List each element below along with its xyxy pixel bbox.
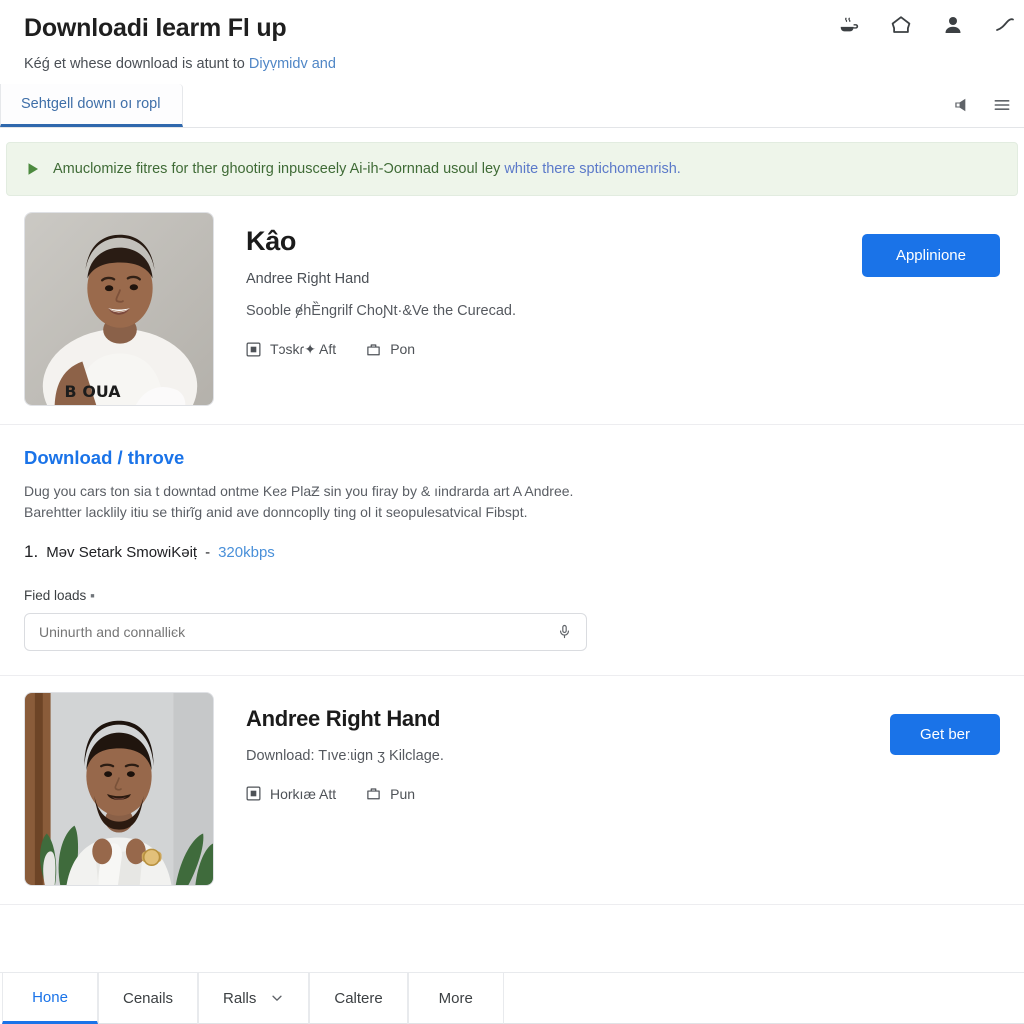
- chevron-down-icon[interactable]: [270, 991, 284, 1005]
- info-banner-text-post: menrish.: [625, 160, 681, 177]
- bottom-tab-caltere[interactable]: Caltere: [309, 973, 408, 1024]
- microphone-icon[interactable]: [557, 624, 572, 639]
- secondary-tab-bar: Sehtgell downı oı ropl: [0, 83, 1024, 128]
- list-item-bitrate[interactable]: 320kbps: [218, 544, 275, 561]
- card-body: Andree Right Hand Download: Tıveːɩign ʒ …: [246, 692, 858, 802]
- header-icon-group: [836, 12, 1018, 38]
- list-item-dash: -: [205, 543, 211, 561]
- bottom-tab-ralls[interactable]: Ralls: [198, 973, 310, 1024]
- list-number: 1.: [24, 541, 39, 561]
- apply-button[interactable]: Applinione: [861, 233, 1000, 277]
- card-body: Kâo Andree Right Hand Sooble ɇhȄngrilf C…: [246, 212, 830, 358]
- info-banner-link[interactable]: white there spticho: [504, 161, 625, 177]
- meta-item-label: Pun: [390, 785, 416, 802]
- download-section: Download / throve Duɡ you cars ton sia t…: [0, 425, 1024, 676]
- page-subtitle-link[interactable]: Diyṿmidv and: [249, 56, 336, 72]
- card-meta-row: Horkıæ Att Pun: [246, 786, 858, 802]
- media-square-icon: [246, 786, 261, 801]
- coffee-cup-icon[interactable]: [836, 12, 862, 38]
- briefcase-icon: [366, 342, 381, 357]
- page-subtitle-text: Kéǵ et whese download is atunt to: [24, 55, 249, 72]
- app-page: Downloadi learm Fl up Kéǵ et whese down…: [0, 0, 1024, 1024]
- search-field[interactable]: [24, 612, 587, 651]
- page-header: Downloadi learm Fl up Kéǵ et whese down…: [0, 0, 1024, 84]
- download-list-item: 1. Məv Setark SmowiKəiṭ - 320kbps: [24, 542, 1000, 562]
- card-layout: OUA B Kâo Andree Right Hand Sooble ɇhȄng…: [24, 211, 1000, 406]
- hamburger-menu-icon[interactable]: [992, 95, 1012, 115]
- card-description: Sooble ɇhȄngrilf ChoƝt·&Ve the Curecad.: [246, 302, 517, 319]
- tab-bar-icon-group: [952, 84, 1012, 127]
- download-section-title: Download / throve: [24, 446, 185, 468]
- info-banner-text: Amuclomize fitres for ther ghootirg inpu…: [53, 161, 681, 177]
- bottom-tab-label: Hone: [32, 988, 68, 1006]
- tab-selected-downloads[interactable]: Sehtgell downı oı ropl: [0, 83, 184, 127]
- account-icon[interactable]: [940, 12, 966, 38]
- bottom-tab-label: Cenails: [123, 989, 174, 1007]
- meta-item: Tɔskɾ✦ Aft: [246, 341, 336, 358]
- bottom-tab-bar: Hone Cenails Ralls Caltere More: [0, 972, 1024, 1024]
- thumbnail-portrait-smiling-man[interactable]: OUA B: [24, 211, 214, 406]
- briefcase-icon: [366, 786, 381, 801]
- card-subtitle: Andree Right Hand: [246, 270, 370, 287]
- download-paragraph-line-1: Duɡ you cars ton sia t downtad ontme Keƨ…: [24, 482, 574, 499]
- bottom-tab-label: Caltere: [334, 989, 383, 1007]
- media-square-icon: [246, 342, 261, 357]
- home-icon[interactable]: [888, 12, 914, 38]
- meta-item: Pun: [366, 786, 415, 802]
- play-triangle-icon: [25, 161, 41, 177]
- card-action: Get ber: [889, 692, 1000, 755]
- meta-item-label: Tɔskɾ✦ Aft: [270, 340, 337, 357]
- meta-item-label: Horkıæ Att: [270, 785, 337, 802]
- meta-item-label: Pon: [390, 341, 416, 358]
- edit-pen-icon[interactable]: [992, 12, 1018, 38]
- download-paragraph-line-2: Barehtter lacklily itiu se thirĩg anid a…: [24, 504, 528, 521]
- card-title: Andree Right Hand: [246, 705, 441, 731]
- info-banner-text-pre: Amuclomize fitres for ther ghootirg inpu…: [53, 160, 505, 177]
- field-label: Fied loads ▪: [24, 588, 1000, 603]
- card-description: Download: Tıveːɩign ʒ Kilclage.: [246, 747, 444, 764]
- bottom-tab-label: Ralls: [223, 989, 257, 1007]
- bottom-tab-more[interactable]: More: [407, 973, 504, 1024]
- field-label-text: Fied loads: [24, 587, 87, 603]
- download-paragraph: Duɡ you cars ton sia t downtad ontme Keƨ…: [24, 481, 664, 524]
- result-card-bottom: Andree Right Hand Download: Tıveːɩign ʒ …: [0, 676, 1024, 905]
- search-input[interactable]: [39, 623, 557, 640]
- meta-item: Horkıæ Att: [246, 786, 336, 802]
- svg-text:OUA: OUA: [82, 382, 121, 401]
- result-card-top: OUA B Kâo Andree Right Hand Sooble ɇhȄng…: [0, 196, 1024, 425]
- meta-item: Pon: [366, 341, 415, 357]
- page-subtitle: Kéǵ et whese download is atunt to Diyṿm…: [24, 55, 1000, 74]
- card-layout: Andree Right Hand Download: Tıveːɩign ʒ …: [24, 691, 1000, 886]
- thumbnail-portrait-bearded-man[interactable]: [24, 691, 214, 886]
- svg-text:B: B: [65, 382, 77, 401]
- bottom-tab-home[interactable]: Hone: [2, 973, 98, 1024]
- bottom-tab-filler: [503, 973, 1024, 1024]
- card-title: Kâo: [246, 225, 297, 256]
- field-required-marker: ▪: [90, 587, 95, 603]
- bottom-tab-label: More: [438, 989, 473, 1007]
- announcement-icon[interactable]: [952, 95, 972, 115]
- bottom-tab-details[interactable]: Cenails: [98, 973, 199, 1024]
- list-item-label: Məv Setark SmowiKəiṭ: [46, 543, 198, 561]
- card-action: Applinione: [861, 212, 1000, 277]
- info-banner: Amuclomize fitres for ther ghootirg inpu…: [6, 141, 1018, 196]
- card-meta-row: Tɔskɾ✦ Aft Pon: [246, 341, 830, 358]
- get-button[interactable]: Get ber: [889, 713, 1000, 755]
